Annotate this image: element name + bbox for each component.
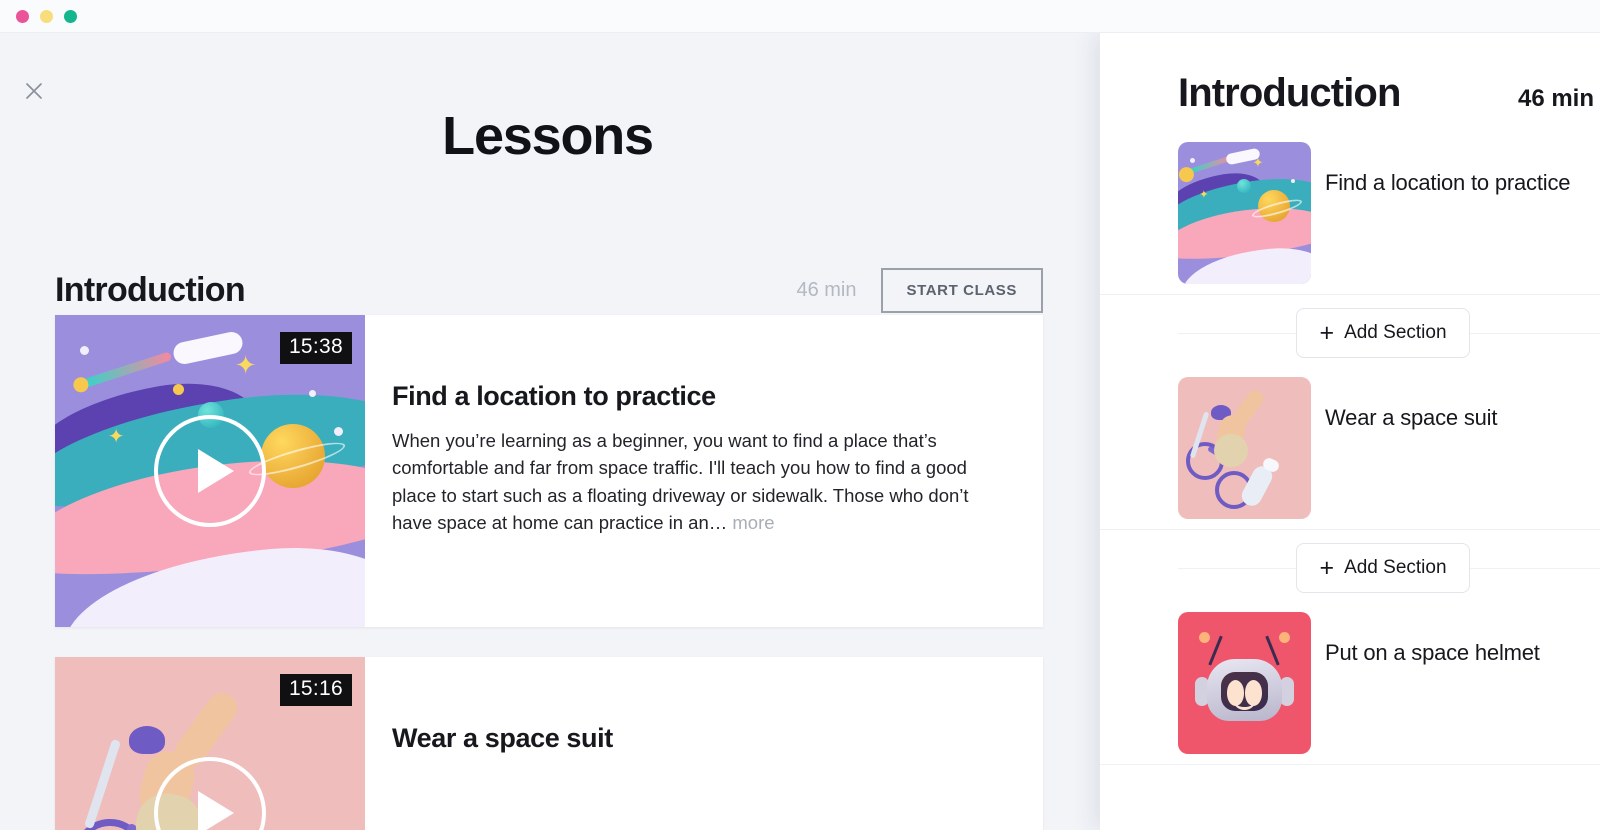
- lessons-main-pane: Lessons Introduction 46 min START CLASS: [0, 33, 1100, 830]
- bmx-artwork: [1178, 377, 1311, 519]
- lesson-title: Wear a space suit: [392, 723, 613, 753]
- lesson-thumbnail[interactable]: ✦ ✦ 15:38: [55, 315, 365, 627]
- side-panel-title: Introduction: [1178, 71, 1401, 115]
- side-panel-header: Introduction 46 min: [1100, 33, 1600, 116]
- section-header-actions: 46 min START CLASS: [796, 267, 1043, 313]
- section-header: Introduction 46 min START CLASS: [55, 261, 1043, 319]
- lesson-card-body: Find a location to practice When you’re …: [365, 315, 1043, 627]
- add-section-button[interactable]: + Add Section: [1296, 543, 1470, 593]
- list-item[interactable]: Put on a space helmet: [1100, 606, 1600, 765]
- window-maximize-dot[interactable]: [64, 9, 77, 23]
- space-artwork: ✦ ✦: [1178, 142, 1311, 284]
- list-item-thumbnail: ✦ ✦: [1178, 142, 1311, 284]
- list-item-title: Find a location to practice: [1325, 170, 1571, 195]
- window-minimize-dot[interactable]: [40, 9, 53, 23]
- side-panel-duration: 46 min: [1517, 85, 1594, 112]
- lesson-description: When you’re learning as a beginner, you …: [392, 427, 983, 537]
- add-section-label: Add Section: [1344, 322, 1447, 343]
- list-item[interactable]: ✦ ✦ Find a location to practice: [1100, 136, 1600, 295]
- add-section-label: Add Section: [1344, 557, 1447, 578]
- add-section-row: + Add Section: [1100, 295, 1600, 371]
- list-item[interactable]: Wear a space suit: [1100, 371, 1600, 530]
- add-section-row: + Add Section: [1100, 530, 1600, 606]
- lesson-card[interactable]: 15:16 Wear a space suit: [55, 657, 1043, 830]
- lesson-description-text: When you’re learning as a beginner, you …: [392, 430, 969, 534]
- window-close-dot[interactable]: [16, 9, 29, 23]
- plus-icon: +: [1319, 319, 1335, 347]
- list-item-thumbnail: [1178, 612, 1311, 754]
- lesson-duration-badge: 15:16: [279, 674, 352, 707]
- section-title: Introduction: [55, 270, 246, 309]
- robot-artwork: [1178, 612, 1311, 754]
- side-panel-list: ✦ ✦ Find a location to practice + Add Se…: [1100, 116, 1600, 765]
- page-title: Lessons: [442, 106, 654, 166]
- lesson-card[interactable]: ✦ ✦ 15:38 Find a location to practice Wh…: [55, 315, 1043, 627]
- close-icon[interactable]: [20, 77, 48, 105]
- lesson-thumbnail[interactable]: 15:16: [55, 657, 365, 830]
- list-item-thumbnail: [1178, 377, 1311, 519]
- lesson-card-list: ✦ ✦ 15:38 Find a location to practice Wh…: [55, 315, 1043, 830]
- lesson-duration-badge: 15:38: [279, 332, 352, 365]
- section-side-panel: Introduction 46 min ✦ ✦ Find a location …: [1100, 33, 1600, 830]
- lesson-title: Find a location to practice: [392, 381, 716, 411]
- add-section-button[interactable]: + Add Section: [1296, 308, 1470, 358]
- list-item-title: Wear a space suit: [1325, 405, 1498, 430]
- start-class-button[interactable]: START CLASS: [880, 267, 1043, 313]
- play-icon[interactable]: [154, 415, 266, 527]
- section-duration: 46 min: [796, 278, 857, 301]
- more-link[interactable]: more: [732, 512, 774, 533]
- list-item-title: Put on a space helmet: [1325, 640, 1540, 665]
- lesson-card-body: Wear a space suit: [365, 657, 1043, 830]
- traffic-lights: [16, 9, 77, 23]
- plus-icon: +: [1319, 554, 1335, 582]
- window-titlebar: [0, 0, 1600, 33]
